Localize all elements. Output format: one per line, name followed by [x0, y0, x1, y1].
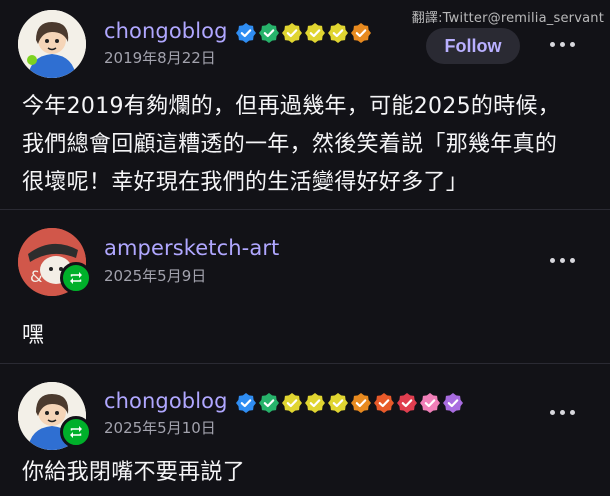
verified-badge-icon: [351, 23, 371, 43]
verified-badge-icon: [236, 23, 256, 43]
verified-badge-icon: [236, 393, 256, 413]
post-body: 你給我閉嘴不要再説了: [22, 454, 245, 492]
avatar-chongoblog[interactable]: [18, 10, 86, 78]
verified-badge-icon: [351, 393, 371, 413]
post-reblog-2: chongoblog 2025年5月10日 你給我閉嘴不要再説了: [0, 364, 610, 496]
post-body-line: 今年2019有夠爛的，但再過幾年，可能2025的時候，: [22, 94, 561, 119]
post-body-line: 我們總會回顧這糟透的一年，然後笑着説「那幾年真的: [22, 132, 558, 157]
verified-badge-icon: [420, 393, 440, 413]
follow-button[interactable]: Follow: [426, 28, 520, 64]
post-body-line: 嘿: [22, 323, 45, 348]
verified-badge-icon: [259, 393, 279, 413]
more-options-icon[interactable]: [550, 258, 575, 263]
post-body-line: 很壞呢！幸好現在我們的生活變得好好多了」: [22, 170, 469, 195]
post-date[interactable]: 2019年8月22日: [104, 47, 216, 68]
verified-badges: [236, 23, 371, 43]
verified-badge-icon: [443, 393, 463, 413]
post-username[interactable]: chongoblog: [104, 19, 228, 43]
more-options-icon[interactable]: [550, 410, 575, 415]
post-date[interactable]: 2025年5月9日: [104, 265, 206, 286]
post-body: 嘿: [22, 317, 44, 355]
post-original: chongoblog 2019年8月22日 Follow 今年2019有夠爛的，…: [0, 0, 610, 210]
post-body-line: 你給我閉嘴不要再説了: [22, 460, 246, 485]
post-reblog-1: & ampersketch-art 2025年5月9日 嘿: [0, 210, 610, 364]
post-body: 今年2019有夠爛的，但再過幾年，可能2025的時候， 我們總會回顧這糟透的一年…: [22, 88, 560, 202]
reblog-icon: [60, 262, 92, 294]
verified-badge-icon: [305, 23, 325, 43]
post-username[interactable]: ampersketch-art: [104, 236, 279, 260]
verified-badge-icon: [282, 23, 302, 43]
verified-badge-icon: [374, 393, 394, 413]
post-username[interactable]: chongoblog: [104, 389, 228, 413]
more-options-icon[interactable]: [550, 42, 575, 47]
translation-watermark: 翻譯:Twitter@remilia_servant: [411, 11, 604, 26]
avatar-image: [18, 10, 86, 78]
verified-badge-icon: [282, 393, 302, 413]
verified-badge-icon: [305, 393, 325, 413]
post-date[interactable]: 2025年5月10日: [104, 417, 216, 438]
svg-text:&: &: [30, 267, 42, 286]
verified-badges: [236, 393, 463, 413]
verified-badge-icon: [328, 23, 348, 43]
reblog-icon: [60, 416, 92, 448]
verified-badge-icon: [328, 393, 348, 413]
verified-badge-icon: [259, 23, 279, 43]
verified-badge-icon: [397, 393, 417, 413]
